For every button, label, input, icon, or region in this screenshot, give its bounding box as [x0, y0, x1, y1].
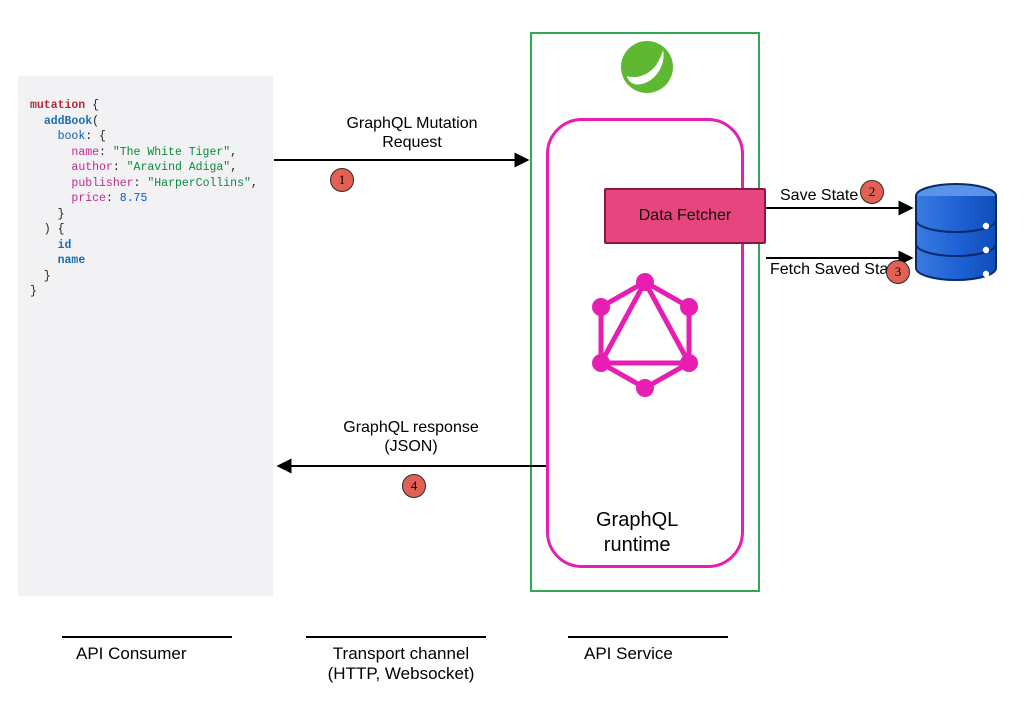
- code-field-publisher-val: "HarperCollins": [147, 177, 251, 190]
- step-number-1: 1: [339, 172, 346, 188]
- api-consumer-panel: mutation { addBook( book: { name: "The W…: [18, 76, 273, 596]
- data-fetcher-box: Data Fetcher: [604, 188, 766, 244]
- step-number-3: 3: [895, 264, 902, 280]
- step-number-4: 4: [411, 478, 418, 494]
- label-mutation-request-l2: Request: [382, 134, 442, 151]
- step-badge-1: 1: [330, 168, 354, 192]
- code-field-name-key: name: [71, 146, 99, 159]
- label-response-l2: (JSON): [384, 438, 437, 455]
- label-response: GraphQL response (JSON): [336, 418, 486, 456]
- label-mutation-request-l1: GraphQL Mutation: [346, 115, 477, 132]
- code-fn-name: addBook: [44, 115, 92, 128]
- data-fetcher-label: Data Fetcher: [639, 207, 731, 225]
- label-save-state: Save State: [780, 186, 858, 205]
- footer-service: API Service: [584, 644, 673, 664]
- code-field-author-val: "Aravind Adiga": [127, 161, 231, 174]
- underline-service: [568, 636, 728, 638]
- footer-transport: Transport channel (HTTP, Websocket): [306, 644, 496, 684]
- step-badge-3: 3: [886, 260, 910, 284]
- database-icon: [912, 182, 1000, 290]
- code-field-name-val: "The White Tiger": [113, 146, 230, 159]
- step-badge-4: 4: [402, 474, 426, 498]
- underline-consumer: [62, 636, 232, 638]
- code-keyword-mutation: mutation: [30, 99, 85, 112]
- step-badge-2: 2: [860, 180, 884, 204]
- code-selection-name: name: [58, 254, 86, 267]
- footer-consumer: API Consumer: [76, 644, 187, 664]
- graphql-logo-icon: [589, 272, 701, 398]
- code-field-author-key: author: [71, 161, 112, 174]
- underline-transport: [306, 636, 486, 638]
- code-param-book: book: [58, 130, 86, 143]
- step-number-2: 2: [869, 184, 876, 200]
- code-field-price-key: price: [71, 192, 106, 205]
- runtime-label-l2: runtime: [604, 534, 671, 556]
- footer-transport-l2: (HTTP, Websocket): [328, 664, 475, 683]
- graphql-mutation-code: mutation { addBook( book: { name: "The W…: [30, 98, 261, 300]
- code-field-publisher-key: publisher: [71, 177, 133, 190]
- label-fetch-state: Fetch Saved State: [770, 260, 902, 279]
- code-field-price-val: 8.75: [120, 192, 148, 205]
- footer-transport-l1: Transport channel: [333, 644, 469, 663]
- code-selection-id: id: [58, 239, 72, 252]
- spring-icon: [620, 40, 674, 94]
- diagram-stage: mutation { addBook( book: { name: "The W…: [0, 0, 1024, 711]
- runtime-label-l1: GraphQL: [596, 509, 678, 531]
- label-mutation-request: GraphQL Mutation Request: [332, 114, 492, 152]
- label-response-l1: GraphQL response: [343, 419, 478, 436]
- graphql-runtime-label: GraphQL runtime: [596, 508, 678, 558]
